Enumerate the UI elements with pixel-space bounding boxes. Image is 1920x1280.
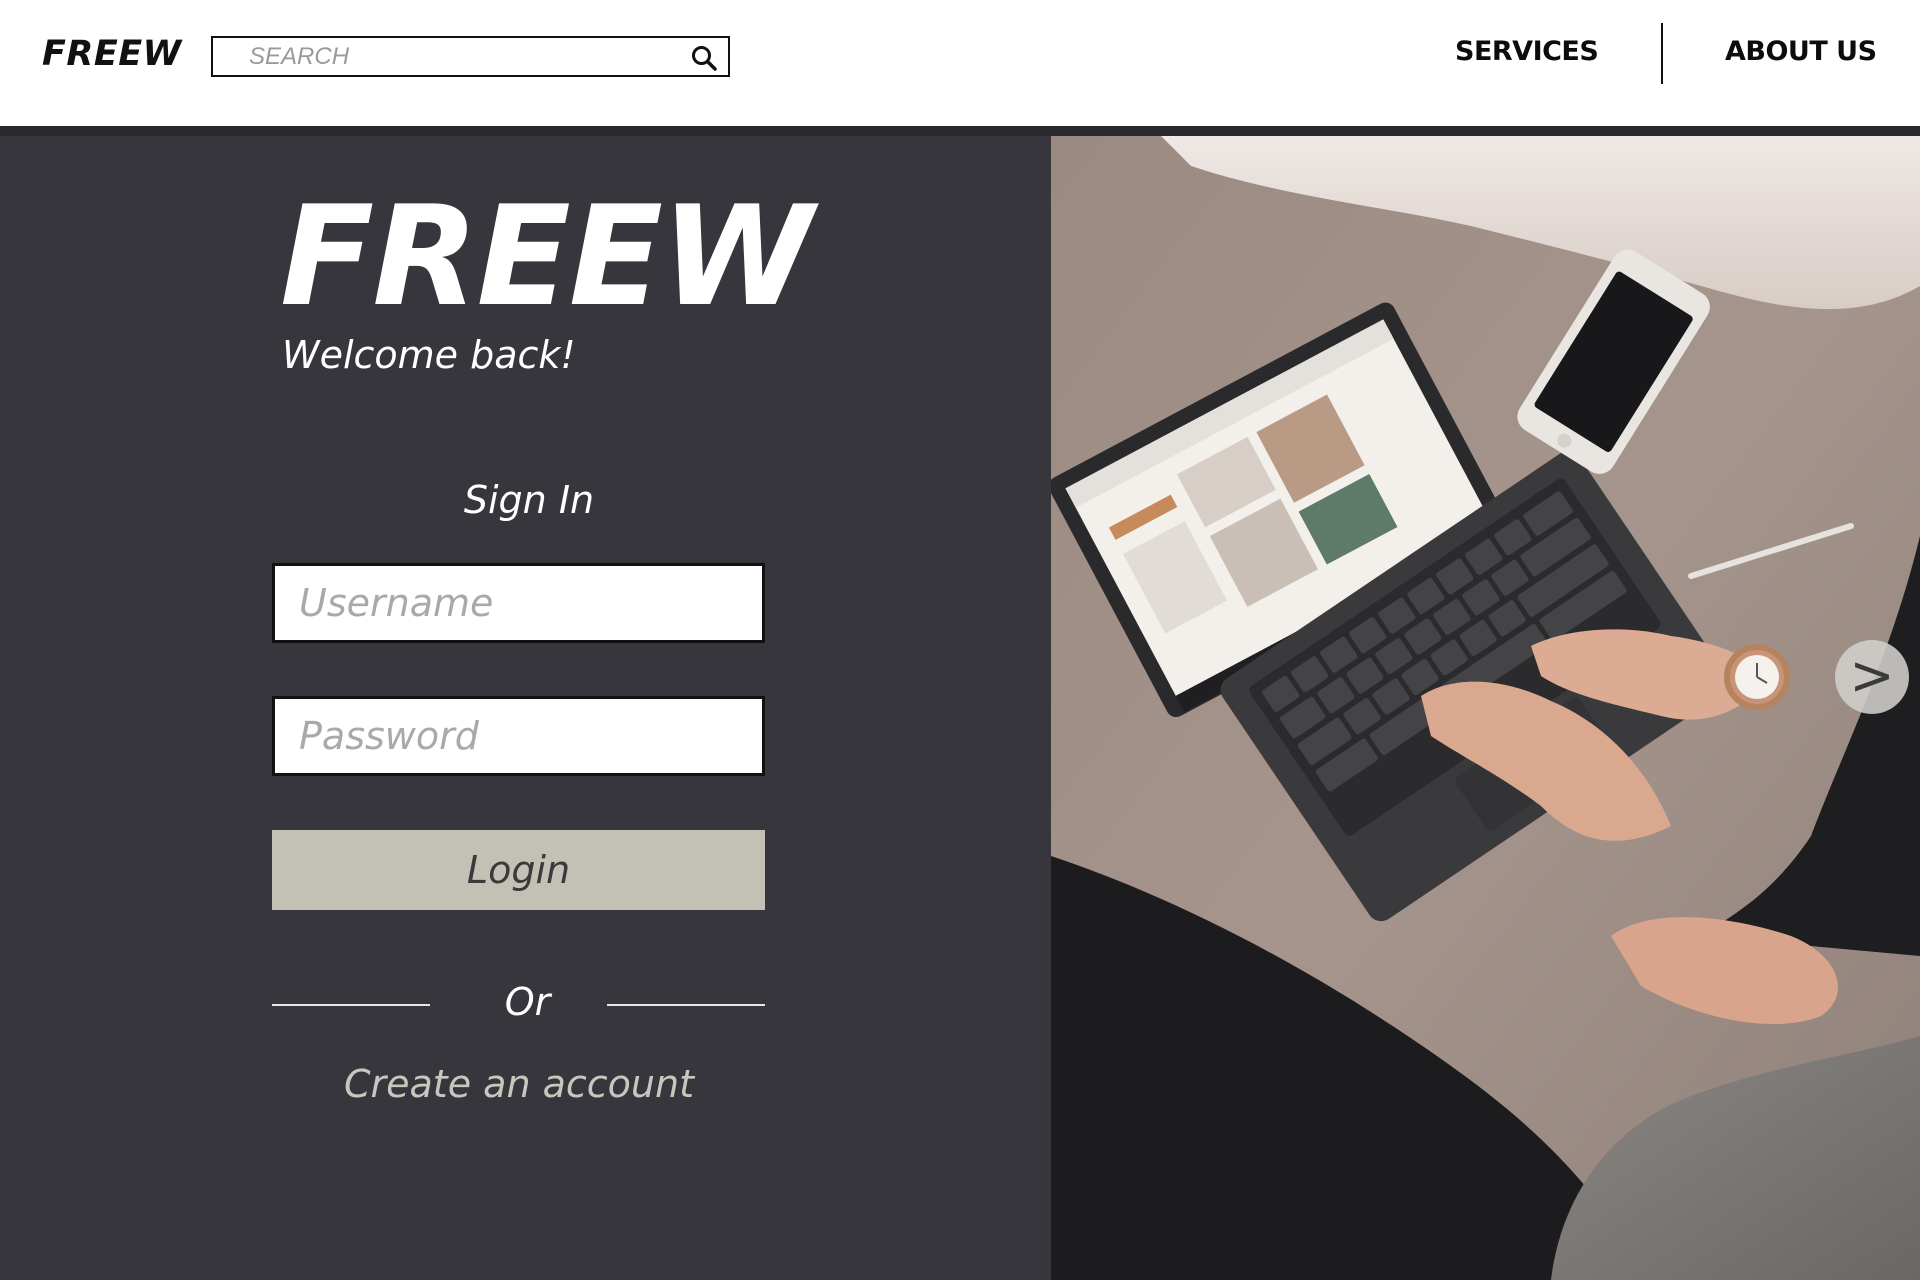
login-button[interactable]: Login <box>272 830 765 910</box>
search-box <box>211 36 730 77</box>
create-account-link[interactable]: Create an account <box>0 1062 1038 1106</box>
or-label: Or <box>504 980 551 1024</box>
search-input[interactable] <box>249 42 669 72</box>
password-input[interactable] <box>275 699 762 773</box>
hero-photo <box>1051 136 1920 1280</box>
username-field <box>272 563 765 643</box>
carousel-next-button[interactable]: > <box>1835 640 1909 714</box>
nav-about-us-link[interactable]: ABOUT US <box>1725 36 1877 67</box>
sign-in-heading: Sign In <box>463 478 595 522</box>
nav-divider <box>1661 23 1663 84</box>
hero-logo: FREEW <box>280 176 813 337</box>
welcome-text: Welcome back! <box>282 333 576 377</box>
top-header: FREEW SERVICES ABOUT US <box>0 0 1920 126</box>
chevron-right-icon: > <box>1849 644 1895 707</box>
header-bottom-bar <box>0 126 1920 136</box>
password-field <box>272 696 765 776</box>
laptop-photo-illustration <box>1051 136 1920 1280</box>
nav-services-link[interactable]: SERVICES <box>1455 36 1599 67</box>
brand-logo[interactable]: FREEW <box>42 34 182 74</box>
username-input[interactable] <box>275 566 762 640</box>
search-icon[interactable] <box>690 44 718 72</box>
or-divider-right <box>607 1004 765 1006</box>
login-panel: FREEW Welcome back! Sign In Login Or Cre… <box>0 136 1051 1280</box>
